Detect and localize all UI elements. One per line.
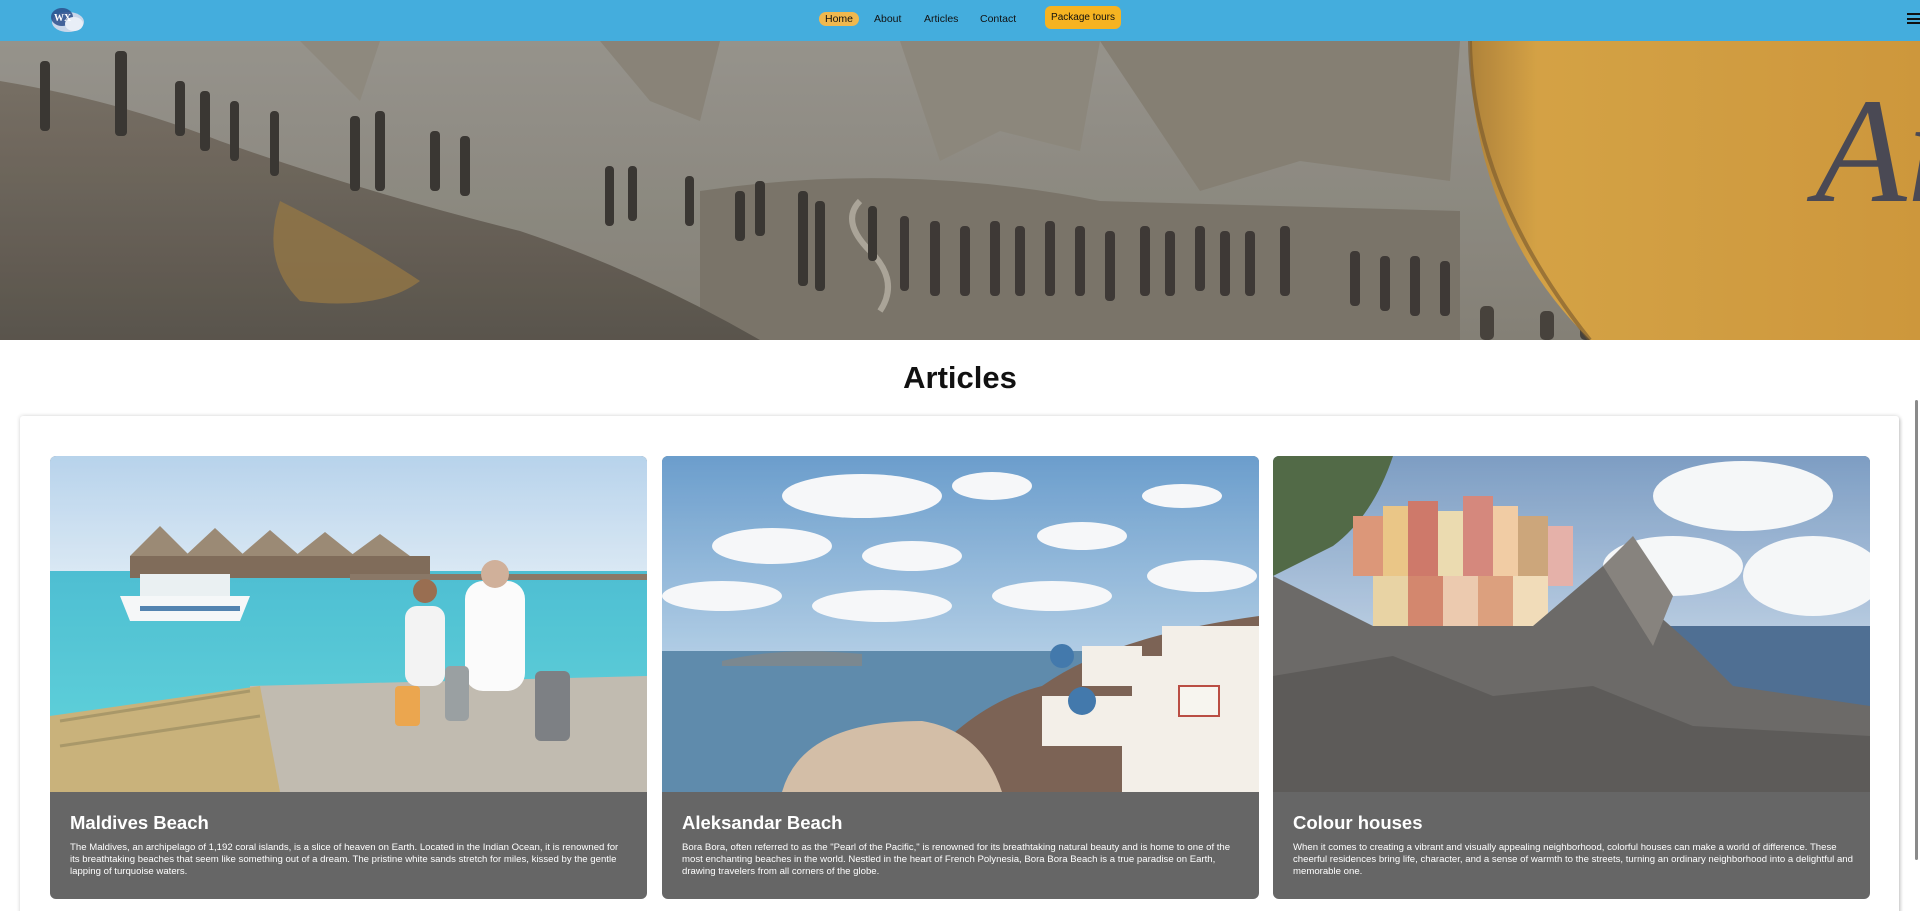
site-logo[interactable]: WX (48, 4, 86, 34)
package-tours-button[interactable]: Package tours (1045, 6, 1121, 29)
article-image-maldives (50, 456, 647, 792)
article-title: Aleksandar Beach (682, 812, 843, 833)
article-image-colour-houses (1273, 456, 1870, 792)
article-excerpt: When it comes to creating a vibrant and … (1293, 842, 1853, 878)
articles-heading: Articles (903, 360, 1017, 395)
article-card-colour-houses[interactable]: Colour houses When it comes to creating … (1273, 456, 1870, 899)
article-excerpt: Bora Bora, often referred to as the "Pea… (682, 842, 1231, 878)
nav-link-contact[interactable]: Contact (980, 10, 1016, 28)
scrollbar-thumb[interactable] (1915, 400, 1918, 860)
nav-link-about[interactable]: About (874, 10, 901, 28)
article-title: Colour houses (1293, 812, 1423, 833)
article-card-maldives[interactable]: Maldives Beach The Maldives, an archipel… (50, 456, 647, 899)
nav-link-articles[interactable]: Articles (924, 10, 958, 28)
logo-text: WX (54, 13, 72, 24)
hamburger-menu-icon[interactable] (1907, 13, 1920, 24)
hero-image: Ar (0, 41, 1920, 340)
article-title: Maldives Beach (70, 812, 209, 833)
page-scrollbar[interactable] (1914, 400, 1920, 911)
article-excerpt: The Maldives, an archipelago of 1,192 co… (70, 842, 619, 878)
article-image-aleksandar (662, 456, 1259, 792)
navbar: WX Home About Articles Contact Package t… (0, 0, 1920, 41)
nav-link-home[interactable]: Home (819, 12, 860, 26)
article-card-aleksandar[interactable]: Aleksandar Beach Bora Bora, often referr… (662, 456, 1259, 899)
hero-banner: Ar (0, 41, 1920, 340)
